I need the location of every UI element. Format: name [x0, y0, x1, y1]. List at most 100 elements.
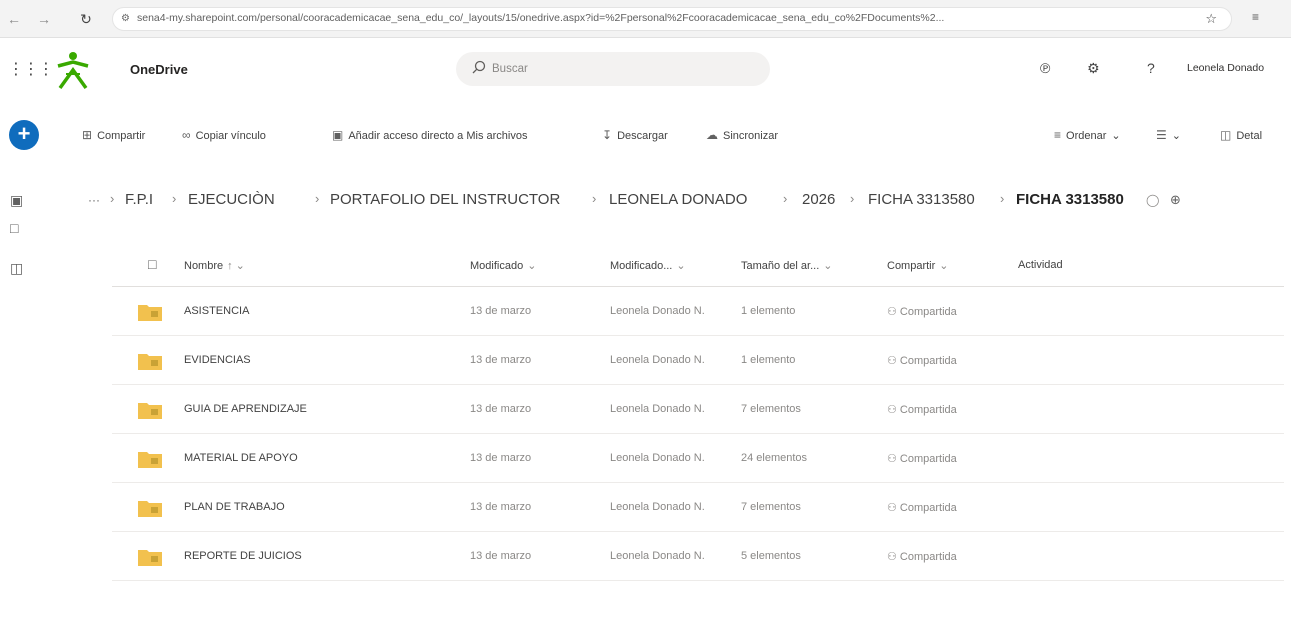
chevron-right-icon: › — [315, 191, 320, 206]
gear-icon[interactable]: ⚙ — [1087, 60, 1100, 77]
modified-by: Leonela Donado N. — [610, 403, 705, 415]
share-status[interactable]: ⚇ Compartida — [887, 501, 957, 514]
chevron-right-icon: › — [592, 191, 597, 206]
folder-name[interactable]: GUIA DE APRENDIZAJE — [184, 403, 307, 415]
sync-icon: ☁ — [706, 128, 718, 142]
table-row[interactable]: PLAN DE TRABAJO 13 de marzo Leonela Dona… — [112, 483, 1284, 532]
breadcrumb-item[interactable]: LEONELA DONADO — [609, 191, 747, 208]
create-new-button[interactable]: + — [9, 120, 39, 150]
shared-folder-icon — [138, 452, 162, 468]
app-name[interactable]: OneDrive — [130, 62, 188, 77]
modified-by: Leonela Donado N. — [610, 354, 705, 366]
modified-date: 13 de marzo — [470, 501, 532, 513]
breadcrumb-item[interactable]: F.P.I — [125, 191, 153, 208]
column-header-modified-by[interactable]: Modificado... ⌄ — [610, 259, 686, 272]
table-row[interactable]: EVIDENCIAS 13 de marzo Leonela Donado N.… — [112, 336, 1284, 385]
app-launcher-icon[interactable]: ⋮⋮⋮ — [8, 59, 54, 79]
column-header-activity[interactable]: Actividad — [1018, 259, 1063, 271]
column-header-modified[interactable]: Modificado ⌄ — [470, 259, 536, 272]
modified-date: 13 de marzo — [470, 452, 532, 464]
reading-list-icon[interactable]: ≡ — [1252, 10, 1259, 24]
user-name[interactable]: Leonela Donado — [1187, 62, 1264, 74]
list-view-icon: ☰ — [1156, 128, 1167, 142]
shared-people-icon[interactable]: ◯ — [1146, 193, 1159, 207]
people-icon: ⚇ — [887, 306, 900, 318]
home-icon[interactable]: ▣ — [10, 192, 23, 209]
shared-folder-icon — [138, 550, 162, 566]
people-icon: ⚇ — [887, 355, 900, 367]
view-options-button[interactable]: ☰ ⌄ — [1156, 128, 1181, 142]
sync-button[interactable]: ☁ Sincronizar — [706, 128, 778, 142]
column-header-share[interactable]: Compartir ⌄ — [887, 259, 949, 272]
search-input[interactable] — [492, 60, 752, 78]
modified-by: Leonela Donado N. — [610, 501, 705, 513]
folder-icon[interactable]: □ — [10, 220, 18, 236]
breadcrumb-item[interactable]: EJECUCIÒN — [188, 191, 275, 208]
sena-logo[interactable] — [52, 50, 94, 90]
modified-by: Leonela Donado N. — [610, 550, 705, 562]
column-header-name[interactable]: Nombre ↑ ⌄ — [184, 259, 245, 272]
modified-date: 13 de marzo — [470, 550, 532, 562]
copy-link-button[interactable]: ∞ Copiar vínculo — [182, 128, 266, 142]
column-header-size[interactable]: Tamaño del ar... ⌄ — [741, 259, 833, 272]
item-count: 5 elementos — [741, 550, 801, 562]
details-pane-icon: ◫ — [1220, 128, 1232, 142]
chevron-right-icon: › — [172, 191, 177, 206]
folder-name[interactable]: ASISTENCIA — [184, 305, 249, 317]
breadcrumb-item[interactable]: PORTAFOLIO DEL INSTRUCTOR — [330, 191, 560, 208]
folder-name[interactable]: MATERIAL DE APOYO — [184, 452, 298, 464]
url-text[interactable]: sena4-my.sharepoint.com/personal/cooraca… — [137, 12, 1177, 24]
chevron-down-icon: ⌄ — [1111, 130, 1121, 142]
help-icon[interactable]: ? — [1147, 60, 1155, 76]
globe-icon[interactable]: ⊕ — [1170, 192, 1181, 208]
reload-icon[interactable]: ↻ — [76, 9, 96, 29]
left-rail: + ▣ □ ◫ — [0, 100, 48, 634]
link-icon: ∞ — [182, 128, 191, 142]
share-status[interactable]: ⚇ Compartida — [887, 403, 957, 416]
search-box[interactable] — [456, 52, 770, 86]
people-share-icon[interactable]: ℗ — [1040, 60, 1050, 76]
modified-date: 13 de marzo — [470, 354, 532, 366]
folder-name[interactable]: EVIDENCIAS — [184, 354, 251, 366]
folder-name[interactable]: REPORTE DE JUICIOS — [184, 550, 302, 562]
breadcrumb-overflow[interactable]: ··· — [88, 193, 100, 207]
command-bar: ⊞ Compartir ∞ Copiar vínculo ▣ Añadir acces… — [82, 123, 1291, 151]
add-shortcut-button[interactable]: ▣ Añadir acceso directo a Mis archivos — [332, 128, 527, 142]
share-button[interactable]: ⊞ Compartir — [82, 128, 145, 142]
share-status[interactable]: ⚇ Compartida — [887, 550, 957, 563]
share-status[interactable]: ⚇ Compartida — [887, 452, 957, 465]
item-count: 7 elementos — [741, 501, 801, 513]
sort-button[interactable]: ≡ Ordenar ⌄ — [1054, 128, 1121, 142]
chevron-right-icon: › — [783, 191, 788, 206]
forward-arrow-icon[interactable]: → — [34, 9, 54, 29]
file-type-icon[interactable]: □ — [148, 256, 156, 272]
item-count: 24 elementos — [741, 452, 808, 464]
folder-name[interactable]: PLAN DE TRABAJO — [184, 501, 285, 513]
shared-folder-icon[interactable]: ◫ — [10, 260, 23, 277]
back-arrow-icon[interactable]: ← — [4, 9, 24, 29]
chevron-down-icon: ⌄ — [823, 260, 833, 272]
table-row[interactable]: REPORTE DE JUICIOS 13 de marzo Leonela D… — [112, 532, 1284, 581]
table-row[interactable]: MATERIAL DE APOYO 13 de marzo Leonela Do… — [112, 434, 1284, 483]
item-count: 1 elemento — [741, 305, 796, 317]
people-icon: ⚇ — [887, 551, 900, 563]
download-icon: ↧ — [602, 128, 613, 142]
breadcrumb-item[interactable]: FICHA 3313580 — [868, 191, 975, 208]
share-icon: ⊞ — [82, 128, 93, 142]
table-row[interactable]: ASISTENCIA 13 de marzo Leonela Donado N.… — [112, 287, 1284, 336]
app-header: ⋮⋮⋮ OneDrive ℗ ⚙ ? Leonela Donado — [0, 38, 1291, 100]
bookmark-star-icon[interactable]: ☆ — [1205, 11, 1217, 27]
breadcrumb-item[interactable]: 2026 — [802, 191, 835, 208]
site-settings-icon[interactable]: ⚙ — [121, 13, 130, 24]
details-button[interactable]: ◫ Detal — [1220, 128, 1262, 142]
modified-date: 13 de marzo — [470, 305, 532, 317]
table-row[interactable]: GUIA DE APRENDIZAJE 13 de marzo Leonela … — [112, 385, 1284, 434]
chevron-down-icon: ⌄ — [1171, 130, 1181, 142]
sort-ascending-icon: ↑ ⌄ — [227, 260, 245, 272]
share-status[interactable]: ⚇ Compartida — [887, 305, 957, 318]
share-status[interactable]: ⚇ Compartida — [887, 354, 957, 367]
people-icon: ⚇ — [887, 502, 900, 514]
item-count: 7 elementos — [741, 403, 801, 415]
download-button[interactable]: ↧ Descargar — [602, 128, 668, 142]
address-bar[interactable]: ⚙ sena4-my.sharepoint.com/personal/coora… — [112, 7, 1232, 31]
